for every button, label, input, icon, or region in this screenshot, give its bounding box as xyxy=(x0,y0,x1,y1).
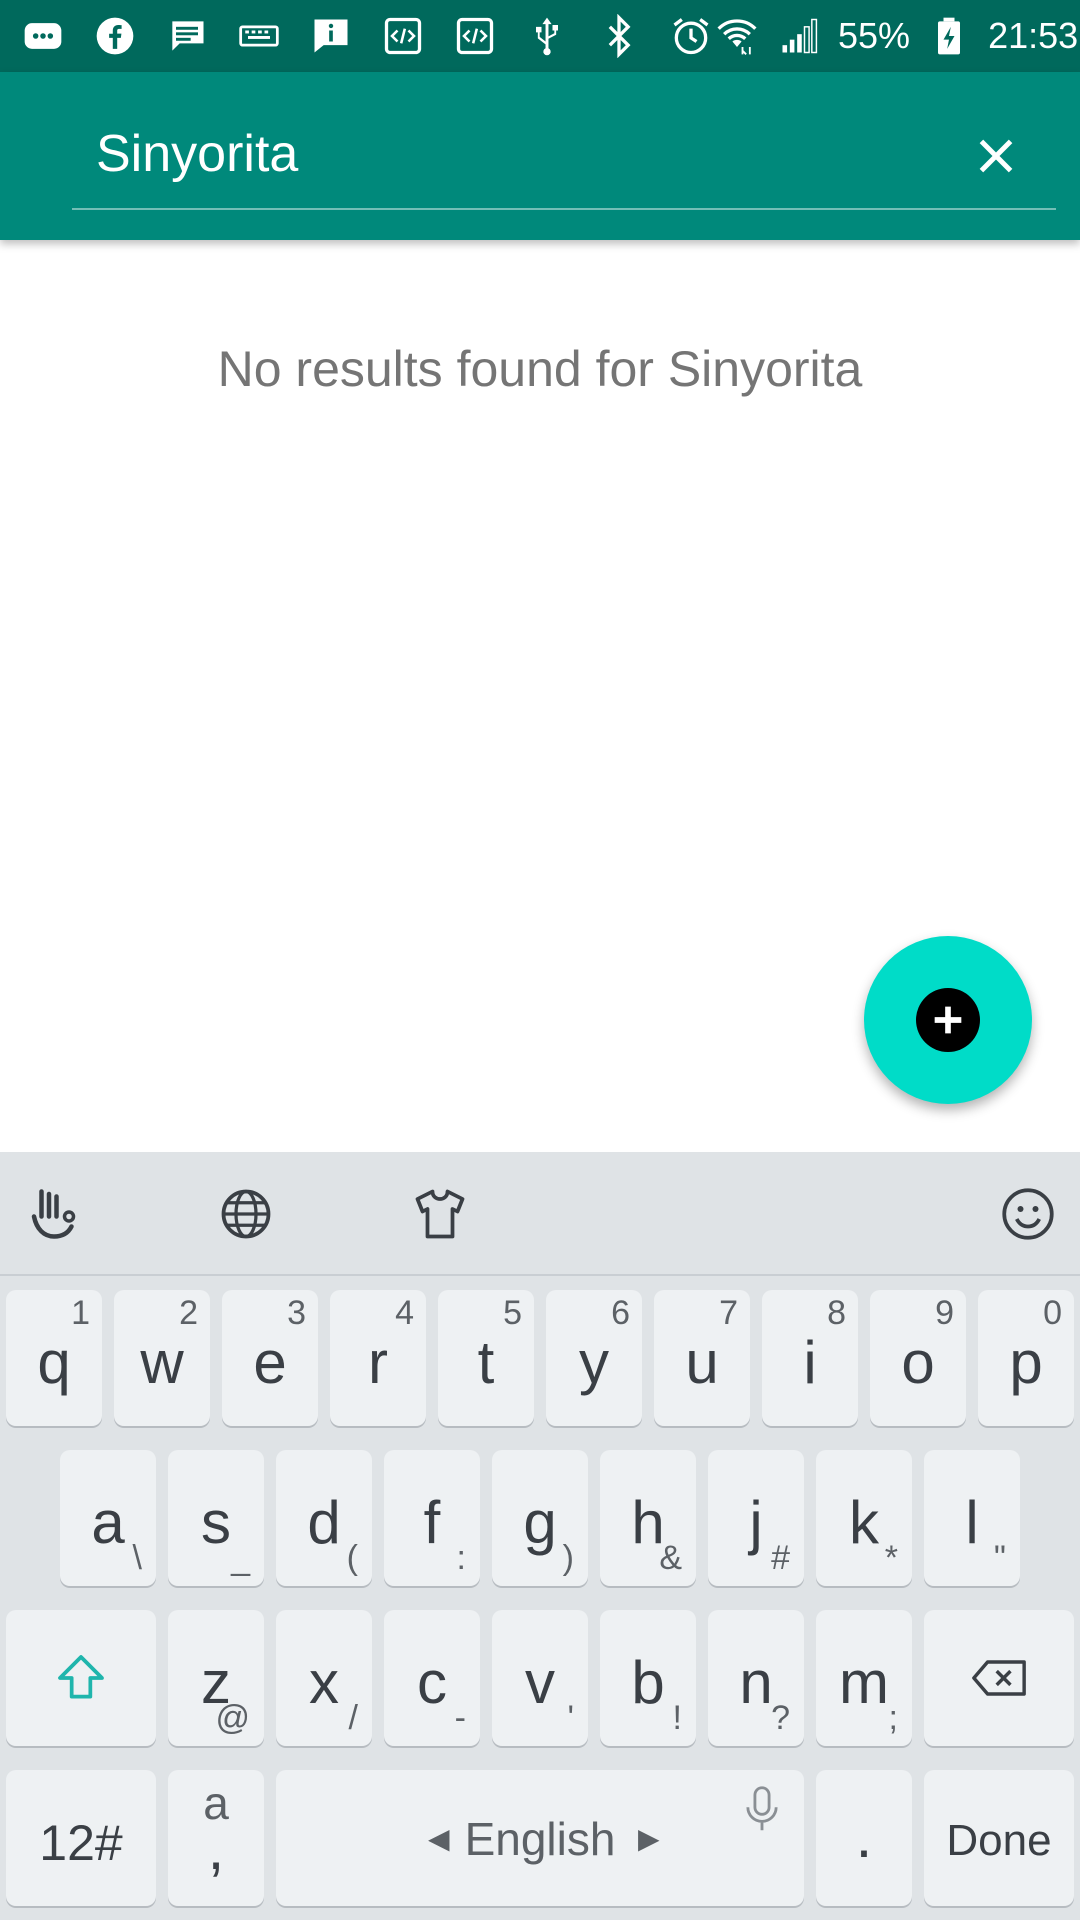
battery-percent: 55% xyxy=(838,15,911,56)
shift-key[interactable] xyxy=(6,1610,156,1746)
gesture-icon[interactable] xyxy=(22,1182,86,1246)
key-l[interactable]: l " xyxy=(924,1450,1020,1586)
no-results-message: No results found for Sinyorita xyxy=(217,341,863,397)
key-z[interactable]: z @ xyxy=(168,1610,264,1746)
key-b[interactable]: b! xyxy=(600,1610,696,1746)
battery-icon xyxy=(926,13,972,59)
screen: { "status_bar": { "icons": ["more-messag… xyxy=(0,0,1080,1920)
add-circle-icon xyxy=(916,988,980,1052)
search-underline xyxy=(72,208,1056,210)
key-r[interactable]: 4r xyxy=(330,1290,426,1426)
add-fab-button[interactable] xyxy=(864,936,1032,1104)
key-e[interactable]: 3e xyxy=(222,1290,318,1426)
key-n[interactable]: n? xyxy=(708,1610,804,1746)
usb-icon xyxy=(524,13,570,59)
comma-key[interactable]: a , xyxy=(168,1770,264,1906)
message-icon xyxy=(164,13,210,59)
key-c[interactable]: c- xyxy=(384,1610,480,1746)
key-f[interactable]: f: xyxy=(384,1450,480,1586)
bluetooth-icon xyxy=(596,13,642,59)
clear-search-button[interactable] xyxy=(960,120,1032,192)
key-g[interactable]: g) xyxy=(492,1450,588,1586)
key-m[interactable]: m; xyxy=(816,1610,912,1746)
key-h[interactable]: h & xyxy=(600,1450,696,1586)
signal-icon xyxy=(776,13,822,59)
alarm-icon xyxy=(668,13,714,59)
key-x[interactable]: x / xyxy=(276,1610,372,1746)
search-input[interactable] xyxy=(96,114,896,194)
symbols-key[interactable]: 12# xyxy=(6,1770,156,1906)
key-s[interactable]: s _ xyxy=(168,1450,264,1586)
key-u[interactable]: 7u xyxy=(654,1290,750,1426)
right-arrow-icon: ▶ xyxy=(638,1823,660,1854)
microphone-icon xyxy=(746,1786,778,1831)
key-p[interactable]: 0p xyxy=(978,1290,1074,1426)
key-y[interactable]: 6y xyxy=(546,1290,642,1426)
key-w[interactable]: 2w xyxy=(114,1290,210,1426)
key-k[interactable]: k * xyxy=(816,1450,912,1586)
keyboard-icon xyxy=(236,13,282,59)
more-messages-icon xyxy=(20,13,66,59)
info-icon xyxy=(308,13,354,59)
key-t[interactable]: 5t xyxy=(438,1290,534,1426)
wifi-icon xyxy=(714,13,760,59)
backspace-key[interactable] xyxy=(924,1610,1074,1746)
clock: 21:53 xyxy=(988,15,1079,56)
facebook-icon xyxy=(92,13,138,59)
soft-keyboard: 1q 2w 3e 4r 5t 6y 7u 8i 9o 0p a \ s _ d( f… xyxy=(0,1152,1080,1920)
status-bar: 55% 21:53 xyxy=(0,0,1080,72)
emoji-icon[interactable] xyxy=(996,1182,1060,1246)
close-icon xyxy=(979,139,1013,173)
key-i[interactable]: 8i xyxy=(762,1290,858,1426)
key-v[interactable]: v ' xyxy=(492,1610,588,1746)
key-j[interactable]: j # xyxy=(708,1450,804,1586)
backspace-icon xyxy=(972,1660,1026,1696)
key-o[interactable]: 9o xyxy=(870,1290,966,1426)
theme-shirt-icon[interactable] xyxy=(408,1182,472,1246)
shift-arrow-icon xyxy=(58,1655,104,1699)
key-d[interactable]: d( xyxy=(276,1450,372,1586)
key-a[interactable]: a \ xyxy=(60,1450,156,1586)
globe-icon[interactable] xyxy=(214,1182,278,1246)
space-key[interactable]: ◀ English ▶ xyxy=(276,1770,804,1906)
done-key[interactable]: Done xyxy=(924,1770,1074,1906)
code-icon xyxy=(380,13,426,59)
key-q[interactable]: 1q xyxy=(6,1290,102,1426)
code-icon xyxy=(452,13,498,59)
search-app-bar xyxy=(0,72,1080,240)
keyboard-toolbar xyxy=(0,1152,1080,1276)
period-key[interactable]: . xyxy=(816,1770,912,1906)
